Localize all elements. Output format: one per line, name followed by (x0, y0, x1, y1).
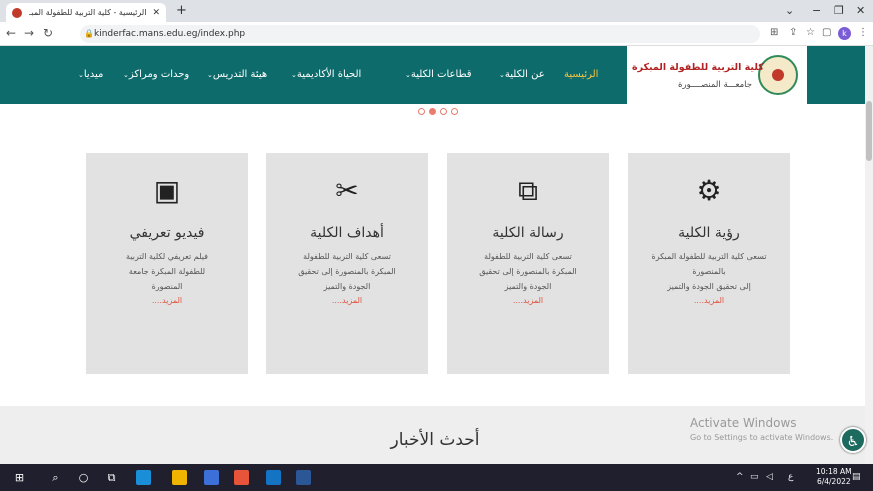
college-logo[interactable] (758, 55, 798, 95)
card-text: تسعى كلية التربية للطفولة المبكرة بالمنص… (479, 252, 577, 291)
copy-icon: ⧉ (518, 174, 538, 207)
mail-icon[interactable] (266, 470, 281, 485)
word-icon[interactable] (296, 470, 311, 485)
card-goals: ✂ أهداف الكلية تسعى كلية التربية للطفولة… (266, 153, 428, 374)
nav-item-home[interactable]: الرئيسية (564, 69, 598, 80)
slider-dot[interactable] (451, 108, 458, 115)
camera-icon: ▣ (153, 174, 181, 207)
slider-dot[interactable] (418, 108, 425, 115)
new-tab-button[interactable]: + (176, 3, 187, 18)
slider-dots (418, 108, 458, 115)
translate-icon[interactable]: ⊞ (770, 27, 778, 38)
network-icon[interactable]: ▭ (750, 472, 759, 482)
lock-icon: 🔒 (84, 29, 94, 38)
card-title: أهداف الكلية (310, 225, 384, 241)
card-title: رسالة الكلية (492, 225, 564, 241)
card-vision: ⚙ رؤية الكلية تسعى كلية التربية للطفولة … (628, 153, 790, 374)
forward-icon[interactable]: → (24, 26, 34, 40)
reload-icon[interactable]: ↻ (43, 26, 53, 40)
tab-close-icon[interactable]: ✕ (152, 8, 160, 18)
tab-title: الرئيسية - كلية التربية للطفولة المبـ (29, 8, 147, 17)
url-bar[interactable]: 🔒 kinderfac.mans.edu.eg/index.php (80, 25, 760, 43)
notification-icon[interactable]: ▤ (852, 472, 861, 482)
search-icon[interactable]: ⌕ (48, 470, 63, 485)
site-favicon-icon (12, 7, 22, 18)
windows-start-icon[interactable]: ⊞ (12, 470, 27, 485)
share-icon[interactable]: ⇪ (789, 27, 797, 38)
store-icon[interactable] (204, 470, 219, 485)
card-mission: ⧉ رسالة الكلية تسعى كلية التربية للطفولة… (447, 153, 609, 374)
browser-tab-bar: الرئيسية - كلية التربية للطفولة المبـ ✕ … (0, 0, 873, 22)
edge-icon[interactable] (136, 470, 151, 485)
activate-windows-watermark: Activate Windows Go to Settings to activ… (690, 416, 834, 442)
tab-search-icon[interactable]: ⌄ (785, 4, 794, 17)
profile-avatar[interactable]: k (838, 27, 851, 40)
page-scrollbar[interactable] (865, 46, 873, 464)
close-window-button[interactable]: ✕ (856, 4, 865, 17)
card-text: فيلم تعريفي لكلية التربية للطفولة المبكر… (126, 252, 208, 291)
news-title: أحدث الأخبار (390, 430, 480, 450)
minimize-button[interactable]: − (812, 4, 821, 17)
menu-kebab-icon[interactable]: ⋮ (858, 27, 868, 38)
slider-dot-active[interactable] (429, 108, 436, 115)
card-title: فيديو تعريفي (129, 225, 205, 241)
read-more-link[interactable]: المزيد.... (86, 296, 248, 305)
tools-icon: ✂ (335, 174, 359, 207)
tray-chevron-icon[interactable]: ^ (736, 472, 744, 482)
scrollbar-thumb[interactable] (866, 101, 872, 161)
card-text: تسعى كلية التربية للطفولة المبكرة بالمنص… (651, 252, 767, 291)
nav-item-sectors[interactable]: ⌄قطاعات الكلية (405, 69, 472, 80)
read-more-link[interactable]: المزيد.... (266, 296, 428, 305)
nav-item-academic[interactable]: ⌄الحياة الأكاديمية (291, 69, 361, 80)
read-more-link[interactable]: المزيد.... (447, 296, 609, 305)
bookmark-star-icon[interactable]: ☆ (806, 27, 815, 38)
university-name: جامعـــة المنصــــورة (678, 80, 752, 90)
college-name: كلية التربية للطفولة المبكرة (632, 62, 764, 73)
accessibility-icon[interactable]: ♿ (840, 427, 866, 453)
address-toolbar: ← → ↻ 🔒 kinderfac.mans.edu.eg/index.php … (0, 22, 873, 46)
card-video: ▣ فيديو تعريفي فيلم تعريفي لكلية التربية… (86, 153, 248, 374)
nav-item-about[interactable]: ⌄عن الكلية (499, 69, 545, 80)
file-explorer-icon[interactable] (172, 470, 187, 485)
restore-button[interactable]: ❐ (834, 4, 844, 17)
nav-item-units[interactable]: ⌄وحدات ومراكز (123, 69, 189, 80)
nav-item-media[interactable]: ⌄ميديا (78, 69, 103, 80)
card-title: رؤية الكلية (678, 225, 740, 241)
windows-taskbar: ⊞ ⌕ ○ ⧉ ^ ▭ ◁ ع ▤ (0, 464, 873, 491)
gears-icon: ⚙ (696, 174, 722, 207)
card-text: تسعى كلية التربية للطفولة المبكرة بالمنص… (298, 252, 396, 291)
read-more-link[interactable]: المزيد.... (628, 296, 790, 305)
slider-dot[interactable] (440, 108, 447, 115)
url-text: kinderfac.mans.edu.eg/index.php (94, 29, 246, 39)
nav-item-faculty[interactable]: ⌄هيئة التدريس (207, 69, 267, 80)
back-icon[interactable]: ← (6, 26, 16, 40)
chrome-icon[interactable] (234, 470, 249, 485)
side-panel-icon[interactable]: ▢ (822, 27, 831, 38)
cortana-icon[interactable]: ○ (76, 470, 91, 485)
taskbar-clock[interactable]: 10:18 AM 6/4/2022 (816, 467, 852, 487)
input-language[interactable]: ع (788, 472, 793, 482)
volume-icon[interactable]: ◁ (766, 472, 773, 482)
task-view-icon[interactable]: ⧉ (104, 470, 119, 485)
browser-tab[interactable]: الرئيسية - كلية التربية للطفولة المبـ ✕ (6, 3, 166, 22)
